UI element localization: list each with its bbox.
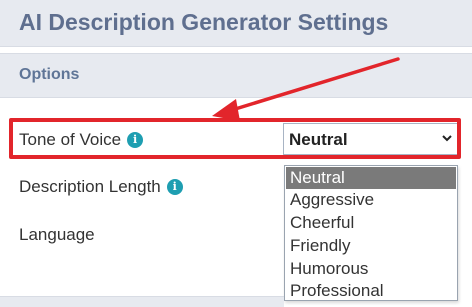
settings-page: AI Description Generator Settings Option… [0, 0, 472, 307]
red-arrow-annotation [212, 57, 400, 121]
